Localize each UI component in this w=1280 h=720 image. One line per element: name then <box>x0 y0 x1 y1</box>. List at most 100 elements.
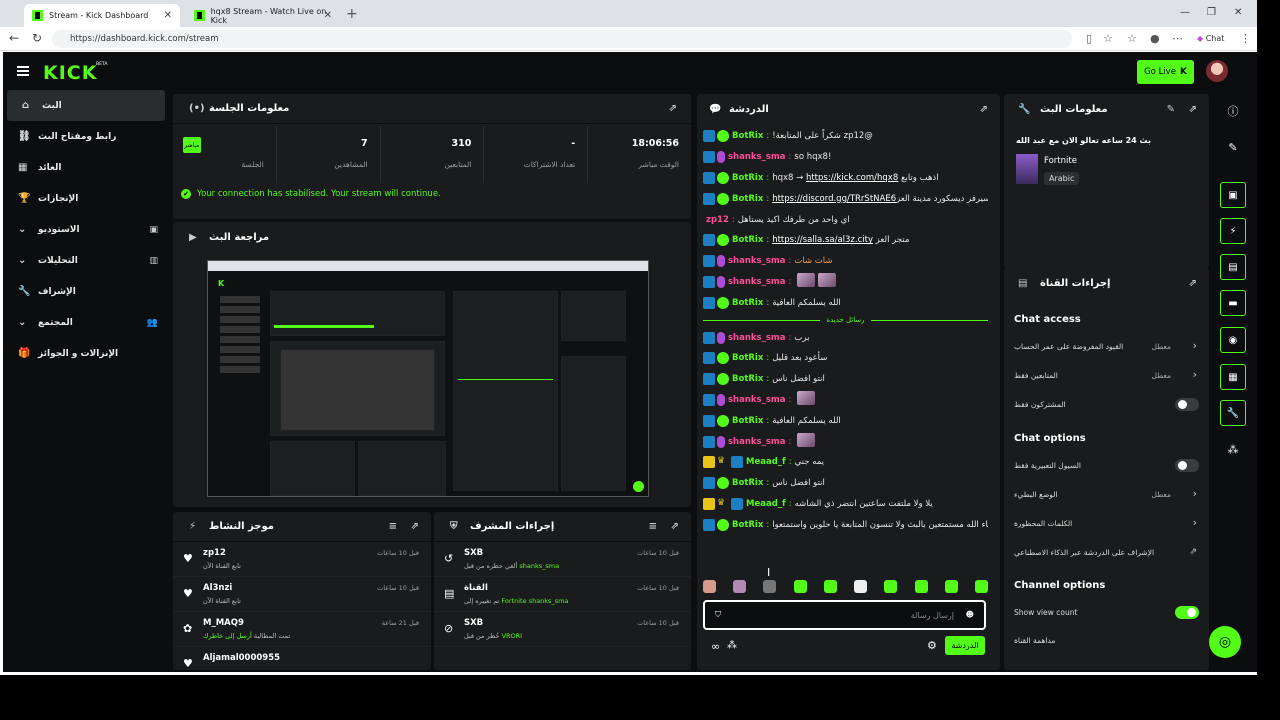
modlog-moderator[interactable]: shanks_sma <box>529 597 569 605</box>
favorites-icon[interactable]: ☆ <box>1127 32 1137 45</box>
popout-icon[interactable]: ⇗ <box>671 521 679 532</box>
url-field[interactable]: https://dashboard.kick.com/stream <box>52 30 1072 48</box>
chat-emote[interactable] <box>797 391 816 406</box>
gear-icon[interactable]: ⚙ <box>927 639 937 652</box>
chat-username[interactable]: shanks_sma <box>728 277 786 287</box>
back-icon[interactable]: ← <box>9 31 19 45</box>
popout-icon[interactable]: ⇗ <box>411 521 419 532</box>
sidebar-item-stream-key[interactable]: ⛓ رابط ومفتاح البث <box>3 121 168 152</box>
go-live-button[interactable]: Go Live K <box>1137 60 1194 84</box>
new-tab-icon[interactable]: + <box>346 6 358 22</box>
reload-icon[interactable]: ↻ <box>32 31 42 45</box>
minimize-icon[interactable]: — <box>1180 7 1190 18</box>
chat-link[interactable]: https://salla.sa/al3z.city <box>772 235 873 245</box>
lightning-icon[interactable]: ⚡ <box>1220 218 1246 244</box>
chat-username[interactable]: BotRix <box>732 416 763 426</box>
chat-button[interactable]: ◆ Chat <box>1197 34 1224 43</box>
screen-icon[interactable]: ▣ <box>1220 182 1246 208</box>
sidebar-item-stream[interactable]: ⌂ البث <box>7 90 165 121</box>
avatar[interactable] <box>1206 60 1228 82</box>
chat-username[interactable]: shanks_sma <box>728 152 786 162</box>
emote-button[interactable] <box>944 580 958 593</box>
chat-username[interactable]: BotRix <box>732 353 763 363</box>
close-icon[interactable]: ✕ <box>164 10 172 21</box>
chat-username[interactable]: BotRix <box>732 131 763 141</box>
sidebar-item-drops[interactable]: 🎁 الإنزالات و الجوائز <box>3 338 168 369</box>
menu-icon[interactable] <box>17 66 29 76</box>
emote-button[interactable] <box>793 580 807 593</box>
sidebar-item-analytics[interactable]: ⌄ التحليلات ▥ <box>3 245 168 276</box>
layout-icon[interactable]: ▦ <box>1220 364 1246 390</box>
sidebar-item-studio[interactable]: ⌄ الاستوديو ▣ <box>3 214 168 245</box>
help-button[interactable]: ◎ <box>1209 626 1241 658</box>
emote-button[interactable] <box>823 580 837 593</box>
modlog-target[interactable]: SXB <box>464 548 483 558</box>
popout-icon[interactable]: ⇗ <box>1189 278 1197 289</box>
star-icon[interactable]: ☆ <box>1103 32 1113 45</box>
chat-username[interactable]: shanks_sma <box>728 437 786 447</box>
chat-username[interactable]: BotRix <box>732 478 763 488</box>
emote-button[interactable] <box>733 580 747 593</box>
sidebar-item-moderation[interactable]: 🔧 الإشراف <box>3 276 168 307</box>
setting-banned-words[interactable]: الكلمات المحظورة › <box>1004 511 1209 537</box>
emote-button[interactable] <box>884 580 898 593</box>
show-view-count-toggle[interactable] <box>1175 606 1199 619</box>
stream-category[interactable]: Fortnite <box>1044 156 1077 166</box>
restore-icon[interactable]: ❐ <box>1207 7 1216 18</box>
emote-button[interactable] <box>974 580 988 593</box>
popout-icon[interactable]: ⇗ <box>980 104 988 115</box>
emote-button[interactable] <box>703 580 716 593</box>
shield-icon[interactable]: ⛉ <box>715 610 721 620</box>
modlog-target[interactable]: القناة <box>464 583 488 593</box>
infinity-icon[interactable]: ∞ <box>711 640 720 653</box>
chat-link[interactable]: https://discord.gg/TRrStNAE6 <box>772 194 896 204</box>
document-icon[interactable]: ▤ <box>1220 254 1246 280</box>
emote-button[interactable] <box>854 580 868 593</box>
pencil-icon[interactable]: ✎ <box>1220 134 1246 160</box>
pencil-icon[interactable]: ✎ <box>1167 104 1175 115</box>
emote-button[interactable] <box>763 580 777 593</box>
activity-user[interactable]: zp12 <box>203 548 226 558</box>
subscribers-only-toggle[interactable] <box>1175 398 1199 411</box>
stream-preview-video[interactable]: K <box>207 260 649 497</box>
extensions-icon[interactable]: ⋯ <box>1172 32 1183 45</box>
info-icon[interactable]: ⓘ <box>1220 98 1246 124</box>
modlog-moderator[interactable]: VRORI <box>502 632 523 640</box>
chat-username[interactable]: BotRix <box>732 235 763 245</box>
kick-logo[interactable]: KICK <box>43 62 97 84</box>
chat-username[interactable]: zp12 <box>706 215 729 225</box>
chat-username[interactable]: BotRix <box>732 298 763 308</box>
chat-username[interactable]: BotRix <box>732 520 763 530</box>
chat-link[interactable]: https://kick.com/hqx8 <box>806 173 898 183</box>
page-icon[interactable]: ▯ <box>1086 32 1092 45</box>
chat-username[interactable]: shanks_sma <box>728 395 786 405</box>
chat-emote[interactable] <box>818 273 837 288</box>
tab-hqx8[interactable]: hqx8 Stream - Watch Live on Kick ✕ <box>186 4 340 27</box>
emoji-icon[interactable]: ☻ <box>966 610 974 619</box>
popout-icon[interactable]: ⇗ <box>669 103 677 114</box>
category-thumbnail[interactable] <box>1016 154 1038 184</box>
points-icon[interactable]: ⁂ <box>727 640 737 651</box>
activity-user[interactable]: Al3nzi <box>203 583 232 593</box>
chat-input[interactable]: إرسال رسالة ☻ ⛉ <box>703 600 986 630</box>
apps-icon[interactable]: ⁂ <box>1220 436 1246 462</box>
chat-username[interactable]: BotRix <box>732 194 763 204</box>
activity-user[interactable]: M_MAQ9 <box>203 618 244 628</box>
popout-icon[interactable]: ⇗ <box>1189 104 1197 115</box>
chat-send-button[interactable]: الدردشة <box>945 636 985 655</box>
modlog-target[interactable]: SXB <box>464 618 483 628</box>
chat-username[interactable]: BotRix <box>732 374 763 384</box>
chat-username[interactable]: shanks_sma <box>728 256 786 266</box>
chat-username[interactable]: Meaad_f <box>746 457 786 467</box>
wrench-icon[interactable]: 🔧 <box>1220 400 1246 426</box>
chat-username[interactable]: Meaad_f <box>746 499 786 509</box>
chat-emote[interactable] <box>797 433 816 448</box>
filter-icon[interactable]: ≡ <box>649 521 657 532</box>
chat-username[interactable]: BotRix <box>732 173 763 183</box>
chat-bubble-icon[interactable]: ▬ <box>1220 290 1246 316</box>
chat-messages[interactable]: BotRix: @zp12 شكراً على المتابعة! shanks_s… <box>703 126 988 571</box>
emote-button[interactable] <box>914 580 928 593</box>
chat-emote[interactable] <box>797 273 816 288</box>
window-close-icon[interactable]: ✕ <box>1234 7 1242 18</box>
setting-account-age[interactable]: القيود المفروضة على عمر الحساب معطل › <box>1004 334 1209 360</box>
